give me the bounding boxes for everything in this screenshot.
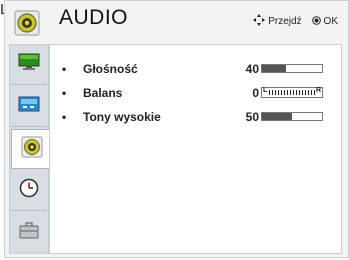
- setting-row-volume[interactable]: • Głośność 40: [50, 59, 341, 81]
- bullet: •: [62, 62, 67, 76]
- setting-value: 50: [245, 110, 259, 124]
- setting-row-treble[interactable]: • Tony wysokie 50: [50, 107, 341, 129]
- sidebar-item-options[interactable]: [11, 213, 47, 253]
- setting-label: Balans: [83, 86, 123, 100]
- clock-icon: [19, 178, 39, 203]
- category-sidebar: [9, 44, 51, 254]
- four-way-arrows-icon: [253, 14, 266, 29]
- move-hint-label: Przejdź: [268, 16, 302, 27]
- sidebar-item-audio[interactable]: [11, 129, 51, 169]
- level-bar-fill: [262, 65, 286, 72]
- settings-panel: • Głośność 40 • Balans 0 L R • Tony wyso…: [49, 44, 342, 254]
- sidebar-item-picture[interactable]: [11, 45, 47, 85]
- screen-settings-icon: [18, 96, 40, 117]
- balance-ticks: [269, 90, 315, 95]
- page-title: AUDIO: [59, 6, 129, 29]
- move-hint: Przejdź: [253, 14, 302, 29]
- speaker-icon: [14, 10, 40, 36]
- audio-settings-menu: AUDIO Przejdź OK • Głośność 40 • Balans …: [4, 0, 349, 258]
- balance-right-mark: R: [315, 87, 321, 94]
- level-bar-fill: [262, 113, 292, 120]
- setting-label: Tony wysokie: [83, 110, 161, 124]
- bullet: •: [62, 86, 67, 100]
- ok-hint: OK: [311, 15, 338, 28]
- treble-level-bar[interactable]: [261, 112, 323, 121]
- speaker-icon: [21, 136, 43, 163]
- setting-value: 0: [252, 86, 259, 100]
- ok-hint-label: OK: [323, 16, 338, 27]
- sidebar-item-time[interactable]: [11, 171, 47, 211]
- volume-level-bar[interactable]: [261, 64, 323, 73]
- monitor-icon: [18, 53, 40, 76]
- setting-value: 40: [245, 62, 259, 76]
- setting-row-balance[interactable]: • Balans 0 L R: [50, 83, 341, 105]
- balance-left-mark: L: [263, 87, 268, 94]
- briefcase-icon: [19, 221, 39, 245]
- sidebar-item-screen[interactable]: [11, 87, 47, 127]
- bullet: •: [62, 110, 67, 124]
- ok-dot-icon: [311, 15, 321, 28]
- navigation-hints: Przejdź OK: [253, 14, 338, 29]
- setting-label: Głośność: [83, 62, 138, 76]
- balance-scale[interactable]: L R: [261, 87, 323, 98]
